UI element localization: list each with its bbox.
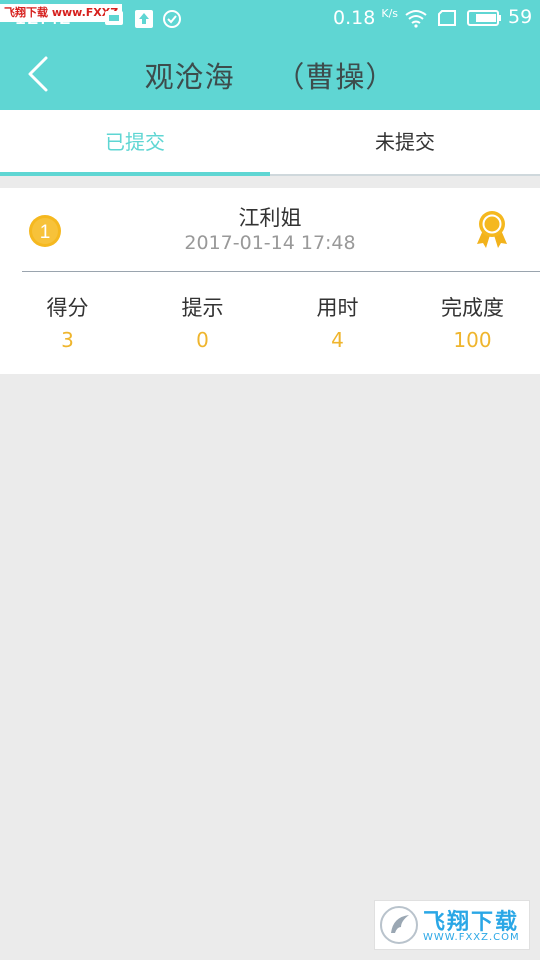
network-speed: 0.18 K/s (333, 7, 399, 29)
submit-time: 2017-01-14 17:48 (184, 232, 356, 254)
tab-divider (270, 174, 540, 176)
watermark-url: WWW.FXXZ.COM (423, 932, 520, 943)
stat-hints: 提示 0 (135, 292, 270, 352)
medal-icon (474, 210, 510, 250)
watermark-logo-icon (380, 906, 418, 944)
stat-score: 得分 3 (0, 292, 135, 352)
card-divider (22, 271, 540, 272)
stat-completion: 完成度 100 (405, 292, 540, 352)
record-card[interactable]: 1 江利姐 2017-01-14 17:48 得分 3 提示 0 用时 4 完成… (0, 188, 540, 374)
sim-icon (438, 10, 456, 26)
tab-submitted[interactable]: 已提交 (0, 110, 270, 176)
wifi-icon (405, 10, 427, 28)
watermark-logo: 飞翔下载 WWW.FXXZ.COM (374, 900, 530, 950)
stat-label: 得分 (46, 296, 89, 320)
battery-icon (467, 10, 501, 26)
header: 观沧海 （曹操） (0, 36, 540, 110)
notification-icon (105, 11, 123, 25)
stat-time: 用时 4 (270, 292, 405, 352)
tab-bar: 已提交 未提交 (0, 110, 540, 176)
user-name: 江利姐 (238, 206, 302, 230)
stat-value: 3 (61, 328, 74, 352)
upload-icon (135, 10, 153, 28)
stat-value: 100 (453, 328, 492, 352)
stat-label: 提示 (181, 296, 224, 320)
stat-value: 4 (331, 328, 344, 352)
stat-label: 用时 (316, 296, 359, 320)
tab-unsubmitted[interactable]: 未提交 (270, 110, 540, 176)
status-bar: 12:42 飞翔下载 www.FXXZ.com 0.18 K/s 59 (0, 0, 540, 36)
stat-value: 0 (196, 328, 209, 352)
battery-level: 59 (508, 6, 533, 28)
stat-label: 完成度 (441, 296, 504, 320)
check-circle-icon (163, 10, 181, 28)
page-title: 观沧海 （曹操） (144, 60, 396, 94)
tab-indicator (0, 172, 270, 176)
